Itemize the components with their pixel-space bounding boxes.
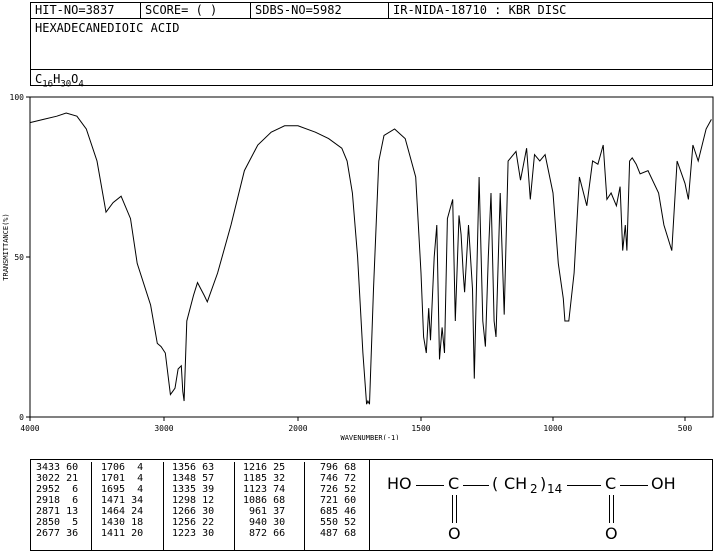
peak-entry: 961 37	[243, 506, 286, 517]
peak-entry: 1348 57	[172, 473, 215, 484]
peak-entry: 940 30	[243, 517, 286, 528]
structure-oxygen-left: O	[448, 524, 461, 543]
double-bond-line	[456, 495, 457, 523]
x-tick-label: 1500	[411, 424, 430, 433]
structure-carbon-right: C	[605, 474, 617, 493]
ir-spectrum-chart: 4000 3000 2000 1500 1000 500 0 50 100 WAVENUMBER(…	[2, 93, 714, 440]
peak-entry: 487 68	[314, 528, 357, 539]
peak-entry: 1695 4	[101, 484, 144, 495]
structure-carbon-left: C	[448, 474, 460, 493]
peak-entry: 746 72	[314, 473, 357, 484]
peak-entry: 1123 74	[243, 484, 286, 495]
double-bond-line	[452, 495, 453, 523]
peak-entry: 1256 22	[172, 517, 215, 528]
peak-entry: 1216 25	[243, 462, 286, 473]
x-axis-label: WAVENUMBER(-1)	[340, 434, 399, 440]
y-tick-label: 100	[10, 93, 25, 102]
molecular-formula: C16H30O4	[35, 72, 84, 90]
peak-entry: 1223 30	[172, 528, 215, 539]
peak-column: 1706 4 1701 4 1695 4 1471 34 1464 24 143…	[96, 462, 164, 550]
peak-column: 1216 25 1185 32 1123 74 1086 68 961 37 9…	[238, 462, 305, 550]
plot-frame	[29, 96, 714, 418]
spectrum-header: HIT-NO=3837 SCORE= ( ) SDBS-NO=5982 IR-N…	[30, 2, 713, 90]
peak-entry: 796 68	[314, 462, 357, 473]
peak-entry: 872 66	[243, 528, 286, 539]
peak-entry: 685 46	[314, 506, 357, 517]
bond-line	[620, 485, 648, 486]
structure-oh: OH	[651, 474, 676, 493]
structure-h-subscript: 2	[530, 482, 538, 496]
double-bond-line	[609, 495, 610, 523]
x-tick-label: 2000	[288, 424, 307, 433]
hit-number: HIT-NO=3837	[31, 3, 141, 18]
ir-sample-info: IR-NIDA-18710 : KBR DISC	[393, 3, 567, 17]
peak-entry: 1706 4	[101, 462, 144, 473]
peak-entry: 721 60	[314, 495, 357, 506]
structure-paren-open: (	[492, 474, 499, 493]
x-tick-label: 1000	[543, 424, 562, 433]
structure-paren-close: )	[540, 474, 547, 493]
peak-entry: 3433 60	[36, 462, 79, 473]
peak-entry: 1335 39	[172, 484, 215, 495]
peak-column: 796 68 746 72 726 52 721 60 685 46 550 5…	[309, 462, 369, 550]
peak-table: 3433 60 3022 21 2952 6 2918 6 2871 13 28…	[30, 459, 370, 551]
peak-entry: 1298 12	[172, 495, 215, 506]
peak-entry: 3022 21	[36, 473, 79, 484]
peak-entry: 1411 20	[101, 528, 144, 539]
structure-ch-unit: CH	[504, 474, 528, 493]
peak-entry: 2871 13	[36, 506, 79, 517]
bond-line	[463, 485, 489, 486]
sdbs-number: SDBS-NO=5982	[251, 3, 389, 18]
y-axis-label: TRANSMITTANCE(%)	[2, 213, 10, 280]
x-tick-label: 4000	[20, 424, 39, 433]
peak-entry: 2677 36	[36, 528, 79, 539]
peak-entry: 2850 5	[36, 517, 79, 528]
compound-name: HEXADECANEDIOIC ACID	[35, 21, 180, 35]
peak-entry: 2918 6	[36, 495, 79, 506]
peak-entry: 550 52	[314, 517, 357, 528]
y-tick-label: 0	[19, 413, 24, 422]
chemical-structure: HO C ( CH 2 ) 14 C OH O O	[370, 459, 713, 551]
peak-entry: 1185 32	[243, 473, 286, 484]
structure-oxygen-right: O	[605, 524, 618, 543]
peak-column: 1356 63 1348 57 1335 39 1298 12 1266 30 …	[167, 462, 235, 550]
x-tick-label: 500	[678, 424, 693, 433]
peak-entry: 1471 34	[101, 495, 144, 506]
peak-entry: 1701 4	[101, 473, 144, 484]
bond-line	[567, 485, 601, 486]
peak-entry: 1086 68	[243, 495, 286, 506]
peak-entry: 1430 18	[101, 517, 144, 528]
score: SCORE= ( )	[141, 3, 251, 18]
header-info-row: HIT-NO=3837 SCORE= ( ) SDBS-NO=5982 IR-N…	[31, 3, 712, 19]
peak-entry: 1464 24	[101, 506, 144, 517]
structure-ho: HO	[387, 474, 412, 493]
x-tick-label: 3000	[154, 424, 173, 433]
header-divider	[31, 69, 712, 70]
peak-entry: 726 52	[314, 484, 357, 495]
peak-entry: 1266 30	[172, 506, 215, 517]
peak-entry: 1356 63	[172, 462, 215, 473]
double-bond-line	[613, 495, 614, 523]
peak-entry: 2952 6	[36, 484, 79, 495]
spectrum-line	[29, 112, 712, 405]
y-tick-label: 50	[14, 253, 24, 262]
structure-repeat-subscript: 14	[547, 482, 563, 496]
peak-column: 3433 60 3022 21 2952 6 2918 6 2871 13 28…	[31, 462, 92, 550]
bond-line	[416, 485, 444, 486]
